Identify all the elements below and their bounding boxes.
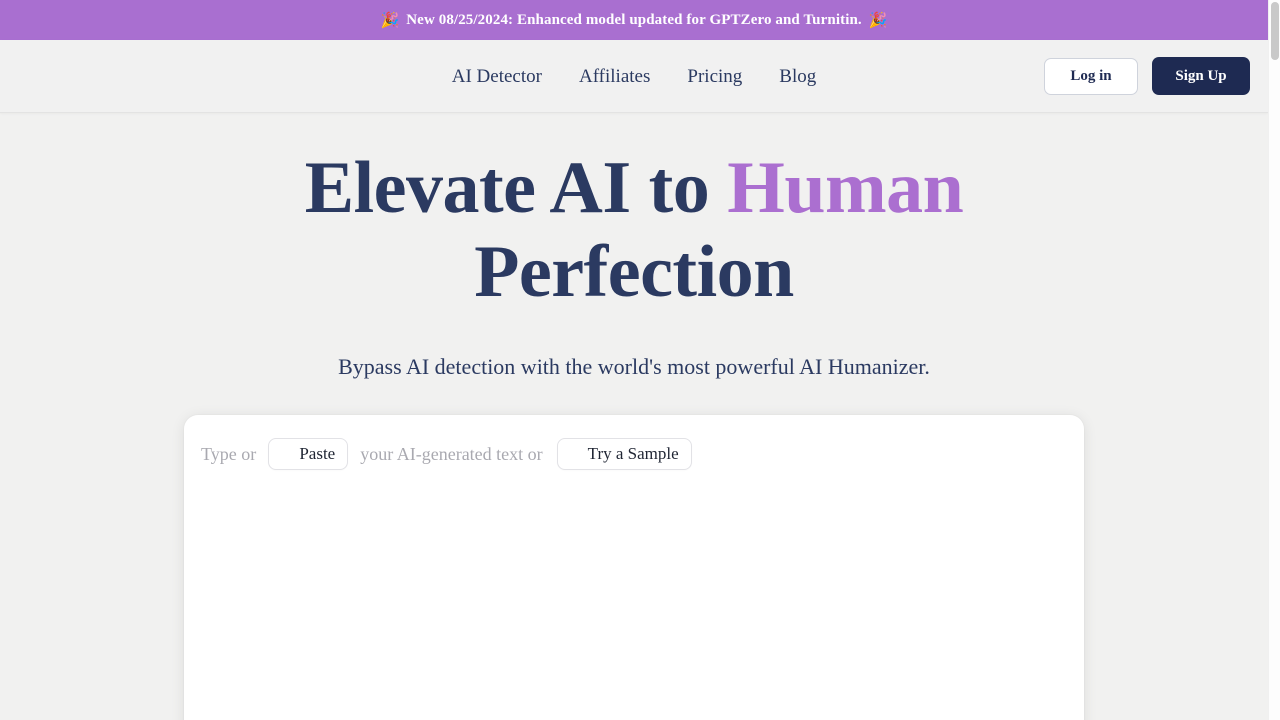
page-scrollbar-track[interactable] [1268,0,1280,720]
text-input-card: Type or Paste your AI-generated text or … [184,415,1084,720]
title-segment-one: Elevate AI to [304,147,728,229]
nav-link-blog[interactable]: Blog [779,67,816,86]
announcement-banner[interactable]: 🎉 New 08/25/2024: Enhanced model updated… [0,0,1268,40]
paste-button[interactable]: Paste [268,438,349,471]
party-popper-icon-right: 🎉 [868,12,888,29]
title-segment-two: Perfection [474,231,794,314]
prompt-middle-label: your AI-generated text or [360,443,543,464]
auth-button-group: Log in Sign Up [1044,57,1250,95]
announcement-text: New 08/25/2024: Enhanced model updated f… [406,11,862,28]
text-input-area[interactable] [184,477,1084,720]
hero-section: Elevate AI to Human Perfection Bypass AI… [0,113,1268,720]
prompt-prefix-label: Type or [201,443,257,464]
page-scrollbar-thumb[interactable] [1271,2,1279,60]
try-a-sample-button[interactable]: Try a Sample [556,438,692,471]
signup-button[interactable]: Sign Up [1152,57,1250,95]
hero-subtitle: Bypass AI detection with the world's mos… [338,353,930,379]
nav-link-ai-detector[interactable]: AI Detector [452,67,542,86]
nav-link-pricing[interactable]: Pricing [687,67,742,86]
editor-prompt-row: Type or Paste your AI-generated text or … [184,415,1084,477]
page-viewport: 🎉 New 08/25/2024: Enhanced model updated… [0,0,1268,720]
site-header: AI Detector Affiliates Pricing Blog Log … [0,40,1268,113]
nav-link-affiliates[interactable]: Affiliates [579,67,650,86]
login-button[interactable]: Log in [1044,57,1138,95]
page-title: Elevate AI to Human Perfection [284,146,984,315]
party-popper-icon-left: 🎉 [380,12,400,29]
title-accent-human: Human [727,147,964,229]
